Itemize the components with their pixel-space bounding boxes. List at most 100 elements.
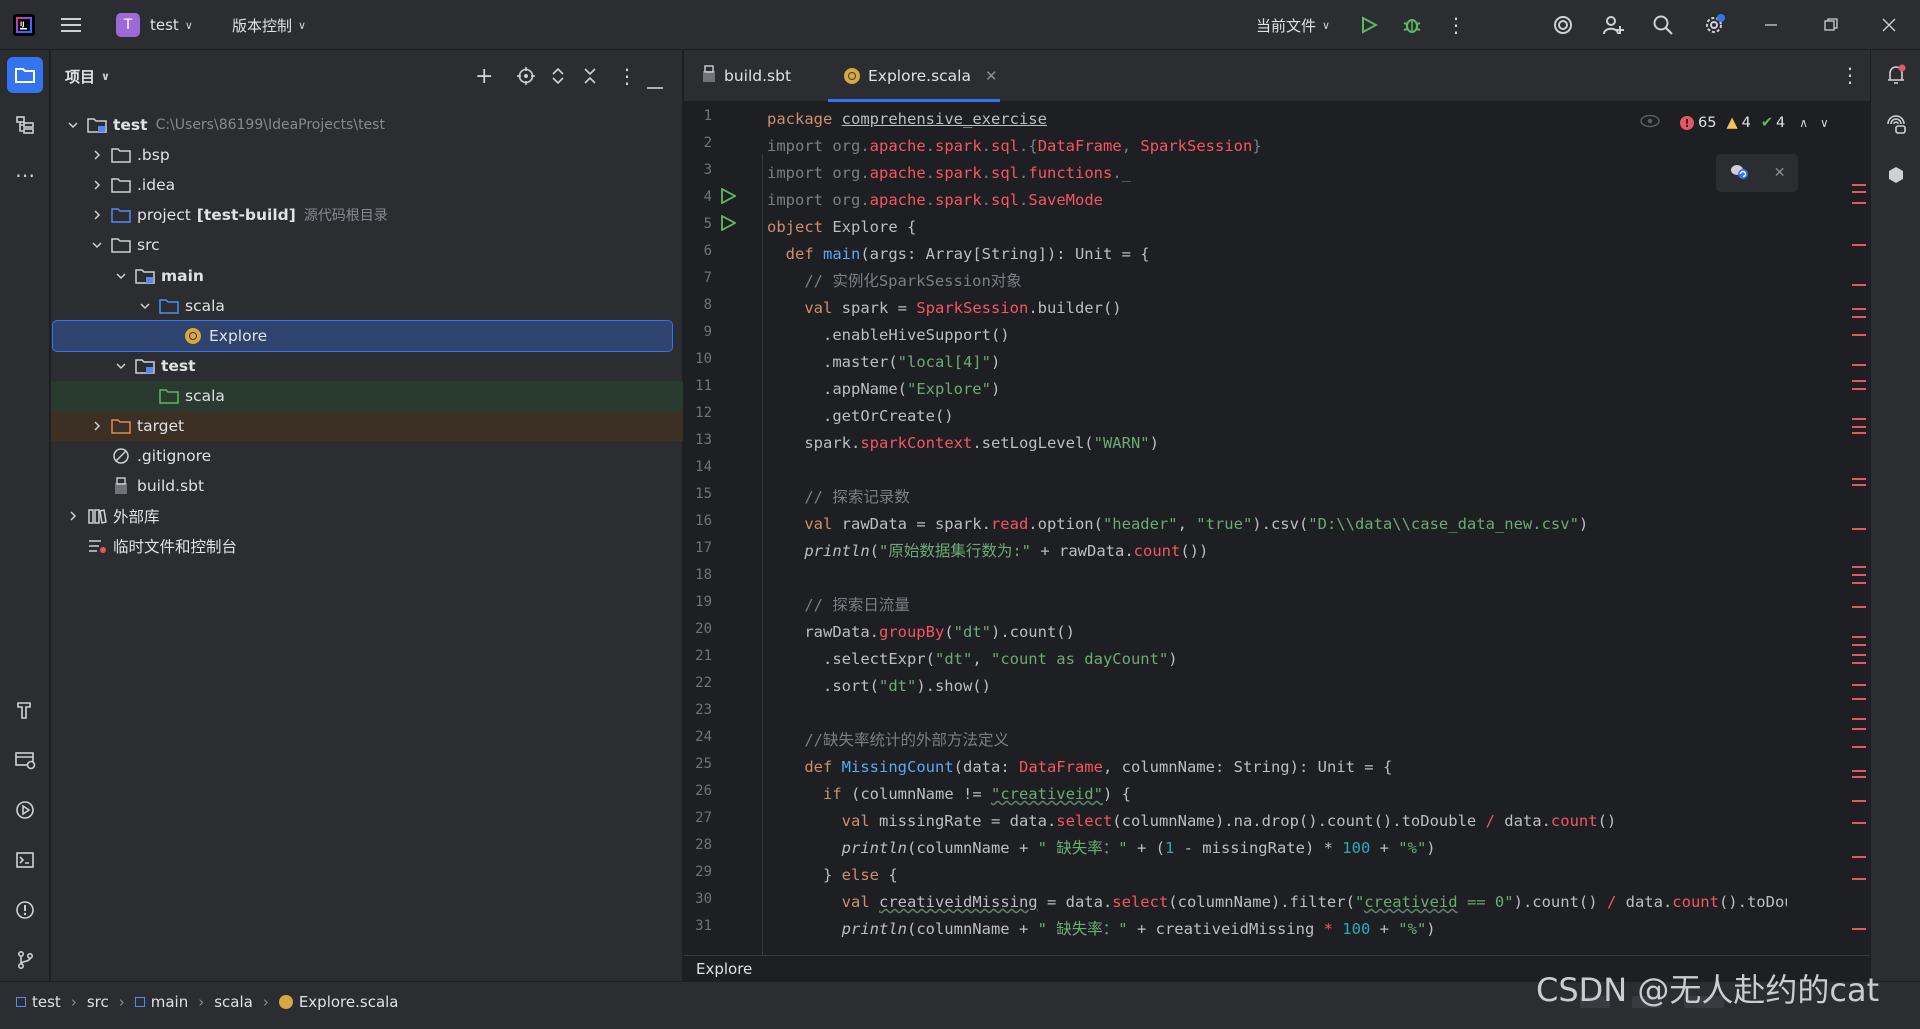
tree-item[interactable]: scala — [51, 380, 683, 411]
run-config-selector[interactable]: 当前文件 ∨ — [1256, 0, 1330, 50]
tree-item[interactable]: Explore — [52, 319, 673, 352]
inspection-widget[interactable]: ! 65 ▲ 4 ✔ 4 ∧ ∨ — [1640, 110, 1860, 136]
close-window-icon[interactable] — [1882, 0, 1896, 50]
status-crumb[interactable]: Explore.scala — [278, 993, 399, 1011]
reader-mode-eye-icon[interactable] — [1640, 114, 1660, 132]
project-tool-button[interactable] — [7, 57, 43, 93]
tree-item[interactable]: 外部库 — [51, 501, 683, 531]
vcs-widget[interactable]: 版本控制 ∨ — [232, 0, 306, 50]
more-actions-icon[interactable]: ⋮ — [1446, 0, 1466, 50]
line-number: 2 — [703, 135, 712, 151]
tree-item[interactable]: main — [51, 261, 683, 291]
terminal-tool-button[interactable] — [7, 842, 43, 878]
tree-item-label: scala — [185, 296, 225, 315]
search-icon[interactable] — [1652, 0, 1674, 50]
line-number: 24 — [695, 729, 712, 745]
editor-breadcrumb[interactable]: Explore — [696, 960, 752, 978]
chevron-down-icon[interactable] — [65, 117, 81, 133]
project-panel: 项目 ∨ + ⋮ test C:\Users\86199\IdeaProjects… — [51, 50, 683, 981]
ai-assistant-icon[interactable] — [1552, 0, 1574, 50]
build-tool-button[interactable] — [7, 692, 43, 728]
line-number: 27 — [695, 810, 712, 826]
locate-target-icon[interactable] — [517, 67, 535, 89]
tree-item[interactable]: .gitignore — [51, 441, 683, 471]
tab-build-sbt[interactable]: build.sbt — [702, 50, 791, 102]
add-user-icon[interactable] — [1602, 0, 1624, 50]
app-logo-icon[interactable]: IJ — [12, 0, 36, 50]
more-tools-icon[interactable]: ⋯ — [7, 157, 43, 193]
tree-item[interactable]: project [test-build] 源代码根目录 — [51, 200, 683, 230]
minimize-icon[interactable] — [1764, 0, 1778, 50]
tree-item[interactable]: 临时文件和控制台 — [51, 531, 683, 561]
status-crumb-label: src — [86, 993, 109, 1011]
main-menu-icon[interactable] — [60, 0, 82, 50]
line-number: 9 — [703, 324, 712, 340]
chevron-right-icon[interactable] — [89, 147, 105, 163]
tree-item[interactable]: test C:\Users\86199\IdeaProjects\test — [51, 110, 683, 140]
hammer-icon — [17, 702, 31, 719]
code-view[interactable]: package comprehensive_exercise import or… — [767, 102, 1787, 982]
tree-item[interactable]: build.sbt — [51, 471, 683, 501]
chevron-down-icon[interactable] — [89, 237, 105, 253]
close-popup-icon[interactable]: ✕ — [1774, 165, 1786, 181]
run-tool-button[interactable] — [7, 792, 43, 828]
ai-chat-icon — [1887, 115, 1906, 134]
ai-chat-tool-button[interactable] — [1878, 107, 1914, 143]
check-icon: ✔ — [1760, 115, 1773, 131]
status-crumb[interactable]: test — [16, 993, 61, 1011]
line-number: 8 — [703, 297, 712, 313]
next-problem-icon[interactable]: ∨ — [1820, 116, 1829, 130]
run-gutter-icon[interactable] — [720, 214, 737, 235]
sbt-icon — [1889, 167, 1903, 183]
chevron-down-icon[interactable] — [137, 298, 153, 314]
status-crumb[interactable]: src — [87, 993, 109, 1011]
restore-icon[interactable] — [1824, 0, 1838, 50]
hide-panel-icon[interactable] — [647, 75, 663, 93]
structure-icon — [16, 116, 34, 134]
notifications-tool-button[interactable] — [1878, 57, 1914, 93]
line-number: 13 — [695, 432, 712, 448]
status-crumb[interactable]: main — [134, 993, 188, 1011]
chevron-right-icon[interactable] — [89, 177, 105, 193]
run-icon[interactable] — [1360, 0, 1378, 50]
tree-item[interactable]: target — [51, 411, 683, 441]
reload-sbt-icon[interactable] — [1729, 162, 1749, 184]
project-widget[interactable]: T test ∨ — [116, 0, 193, 50]
tree-item[interactable]: .bsp — [51, 140, 683, 170]
line-number: 23 — [695, 702, 712, 718]
new-file-icon[interactable]: + — [475, 64, 493, 89]
status-crumb[interactable]: scala — [214, 993, 253, 1011]
tree-item[interactable]: scala — [51, 291, 683, 321]
chevron-down-icon[interactable] — [113, 358, 129, 374]
tree-item[interactable]: test — [51, 351, 683, 381]
tree-item[interactable]: src — [51, 230, 683, 260]
collapse-all-icon[interactable] — [583, 67, 597, 89]
problems-tool-button[interactable] — [7, 892, 43, 928]
tree-item-label: target — [137, 417, 185, 435]
sbt-reload-popup: ✕ — [1716, 154, 1798, 192]
sbt-tool-button[interactable] — [1878, 157, 1914, 193]
settings-gear-icon[interactable] — [1702, 0, 1726, 50]
source-folder-icon — [159, 297, 179, 315]
structure-tool-button[interactable] — [7, 107, 43, 143]
tree-item-label: project — [137, 206, 191, 225]
debug-icon[interactable] — [1402, 0, 1422, 50]
services-tool-button[interactable] — [7, 742, 43, 778]
chevron-right-icon[interactable] — [65, 508, 81, 524]
git-tool-button[interactable] — [7, 942, 43, 978]
tree-item[interactable]: .idea — [51, 170, 683, 200]
run-gutter-icon[interactable] — [720, 187, 737, 208]
expand-all-icon[interactable] — [551, 67, 565, 89]
tab-explore-scala[interactable]: Explore.scala ✕ — [844, 50, 998, 102]
chevron-right-icon[interactable] — [89, 207, 105, 223]
chevron-down-icon: ∨ — [184, 18, 193, 32]
options-kebab-icon[interactable]: ⋮ — [617, 64, 637, 88]
chevron-right-icon: › — [118, 993, 125, 1011]
tab-options-kebab-icon[interactable]: ⋮ — [1840, 63, 1860, 87]
chevron-right-icon[interactable] — [89, 418, 105, 434]
previous-problem-icon[interactable]: ∧ — [1799, 116, 1808, 130]
close-tab-icon[interactable]: ✕ — [985, 67, 998, 85]
project-view-selector[interactable]: 项目 ∨ — [65, 66, 110, 87]
library-icon — [87, 507, 107, 525]
chevron-down-icon[interactable] — [113, 268, 129, 284]
